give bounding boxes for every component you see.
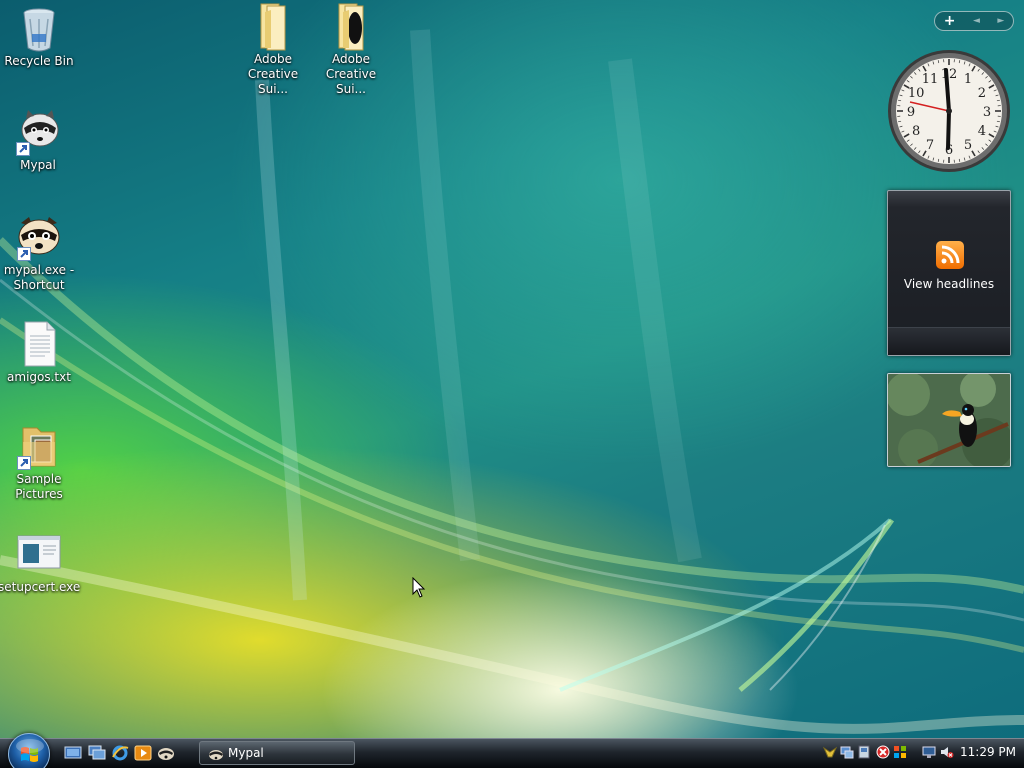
desktop-icon-label: Adobe Creative Sui... xyxy=(325,52,377,96)
clock-numeral: 8 xyxy=(912,124,920,139)
tray-device-icon[interactable] xyxy=(857,745,871,759)
desktop-icon-mypal-shortcut[interactable]: mypal.exe - Shortcut xyxy=(0,213,79,293)
wallpaper-streaks xyxy=(0,29,1024,734)
shortcut-arrow-icon xyxy=(17,247,31,261)
sidebar-prev-button[interactable]: ◄ xyxy=(973,16,980,26)
clock-numeral: 7 xyxy=(926,138,934,153)
feed-gadget-footer xyxy=(888,327,1010,355)
clock-numeral: 1 xyxy=(964,72,972,87)
desktop-icon-setupcert[interactable]: setupcert.exe xyxy=(0,530,81,595)
clock-numeral: 9 xyxy=(907,105,915,120)
add-gadget-button[interactable]: + xyxy=(944,13,956,29)
toucan-photo xyxy=(888,374,1010,466)
tray-display-icon[interactable] xyxy=(922,745,936,759)
text-file-icon xyxy=(15,320,63,368)
show-desktop-icon[interactable] xyxy=(64,745,82,761)
raccoon-icon xyxy=(15,213,63,261)
clock-face: 12 1234567891011 xyxy=(888,50,1010,172)
switch-windows-icon[interactable] xyxy=(88,745,106,761)
desktop-icon-recycle-bin[interactable]: Recycle Bin xyxy=(0,4,79,69)
internet-explorer-icon[interactable] xyxy=(111,745,129,761)
taskbar-clock[interactable]: 11:29 PM xyxy=(960,745,1016,759)
clock-numeral: 5 xyxy=(964,138,972,153)
desktop-icon-label: amigos.txt xyxy=(7,370,71,384)
desktop-icon-sample-pictures[interactable]: Sample Pictures xyxy=(0,422,79,502)
clock-numeral: 2 xyxy=(978,86,986,101)
raccoon-icon xyxy=(14,108,62,156)
desktop-icon-label: Adobe Creative Sui... xyxy=(247,52,299,96)
clock-hour-hand xyxy=(946,109,951,150)
feed-headlines-gadget[interactable]: View headlines xyxy=(887,190,1011,356)
clock-numeral: 10 xyxy=(908,86,925,101)
taskbar-button-mypal[interactable]: Mypal xyxy=(199,741,355,765)
desktop-icon-label: Recycle Bin xyxy=(4,54,74,68)
tray-app-icon[interactable] xyxy=(822,745,838,759)
slideshow-gadget[interactable] xyxy=(887,373,1011,467)
view-headlines-label[interactable]: View headlines xyxy=(888,277,1010,291)
tray-windows-icon[interactable] xyxy=(893,745,907,759)
media-player-icon[interactable] xyxy=(134,745,152,761)
tray-network-icon[interactable] xyxy=(840,745,854,759)
clock-numeral: 3 xyxy=(983,105,991,120)
mypal-icon[interactable] xyxy=(157,745,175,761)
mypal-icon xyxy=(208,746,224,760)
clock-numeral: 12 xyxy=(941,67,958,82)
desktop-icon-mypal[interactable]: Mypal xyxy=(0,108,78,173)
clock-numeral: 11 xyxy=(922,72,939,87)
taskbar-button-label: Mypal xyxy=(228,746,264,760)
start-button[interactable] xyxy=(8,733,50,768)
desktop-icon-label: Mypal xyxy=(20,158,56,172)
windows-logo-icon xyxy=(16,739,44,762)
folder-icon xyxy=(327,2,375,51)
volume-muted-icon[interactable] xyxy=(940,745,954,759)
desktop-icon-adobe-cs-1[interactable]: Adobe Creative Sui... xyxy=(233,2,313,97)
folder-icon xyxy=(15,422,63,470)
sidebar-controls: + ◄ ► xyxy=(934,11,1014,31)
clock-numeral: 4 xyxy=(978,124,986,139)
setup-exe-icon xyxy=(14,530,62,578)
tray-security-icon[interactable] xyxy=(876,745,890,759)
recycle-bin-icon xyxy=(15,4,63,52)
sidebar-next-button[interactable]: ► xyxy=(997,16,1004,26)
desktop-icon-label: Sample Pictures xyxy=(15,472,63,501)
rss-icon xyxy=(936,241,964,269)
desktop-icon-amigos-txt[interactable]: amigos.txt xyxy=(0,320,79,385)
desktop-icon-label: setupcert.exe xyxy=(0,580,81,594)
folder-icon xyxy=(249,2,297,51)
desktop-icon-adobe-cs-2[interactable]: Adobe Creative Sui... xyxy=(311,2,391,97)
shortcut-arrow-icon xyxy=(16,142,30,156)
clock-gadget[interactable]: 12 1 2 3 4 5 6 7 8 9 10 11 xyxy=(886,48,1012,174)
desktop-icon-label: mypal.exe - Shortcut xyxy=(3,263,75,292)
mouse-cursor-icon xyxy=(412,577,426,598)
shortcut-arrow-icon xyxy=(17,456,31,470)
